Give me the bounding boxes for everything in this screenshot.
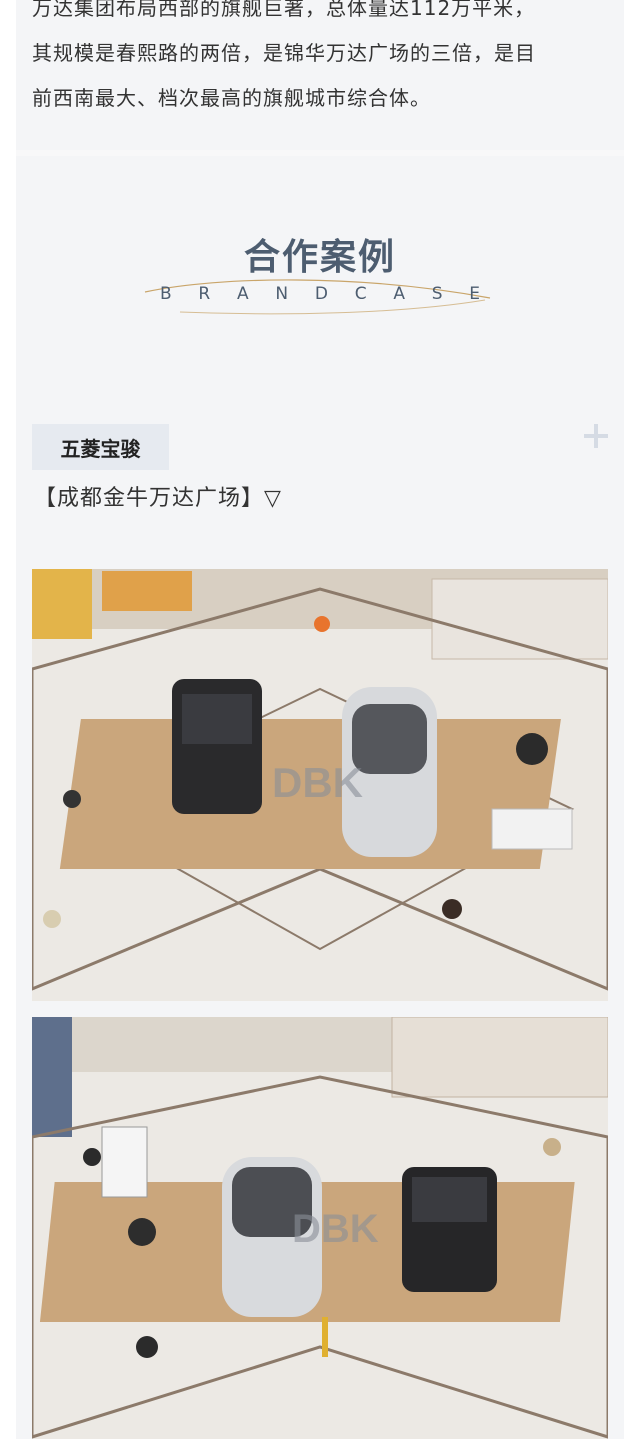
subtitle-letter: S [431,284,443,304]
event-photo-1[interactable]: DBK [32,569,608,1001]
intro-line-2: 其规模是春熙路的两倍，是锦华万达广场的三倍，是目 [32,41,536,65]
subtitle-letter: A [393,284,405,304]
event-photo-2[interactable]: DBK [32,1017,608,1439]
subtitle-letter: C [354,284,367,304]
subtitle-letter: N [275,284,289,304]
subtitle-letter: E [469,284,480,304]
intro-line-3: 前西南最大、档次最高的旗舰城市综合体。 [32,86,431,110]
subtitle-letter: A [236,284,249,304]
section-divider [16,150,624,156]
event-photo-1-watermark: DBK [272,759,363,806]
mall-atrium-car-display-photo: DBK [32,1017,608,1439]
event-photo-2-watermark: DBK [292,1207,379,1251]
mall-atrium-car-display-photo: DBK [32,569,608,1001]
subtitle-letter: D [314,284,328,304]
location-label: 【成都金牛万达广场】▽ [34,486,282,511]
section-subtitle: B R A N D C A S E [160,284,480,304]
subtitle-letter: R [198,284,211,304]
intro-paragraph: 万达集团布局西部的旗舰巨著，总体量达112万平米， 其规模是春熙路的两倍，是锦华… [32,0,612,121]
plus-icon[interactable] [582,422,610,450]
intro-line-1: 万达集团布局西部的旗舰巨著，总体量达112万平米， [32,0,536,20]
brand-badge: 五菱宝骏 [32,424,169,470]
subtitle-letter: B [160,284,172,304]
section-title: 合作案例 [243,237,396,278]
